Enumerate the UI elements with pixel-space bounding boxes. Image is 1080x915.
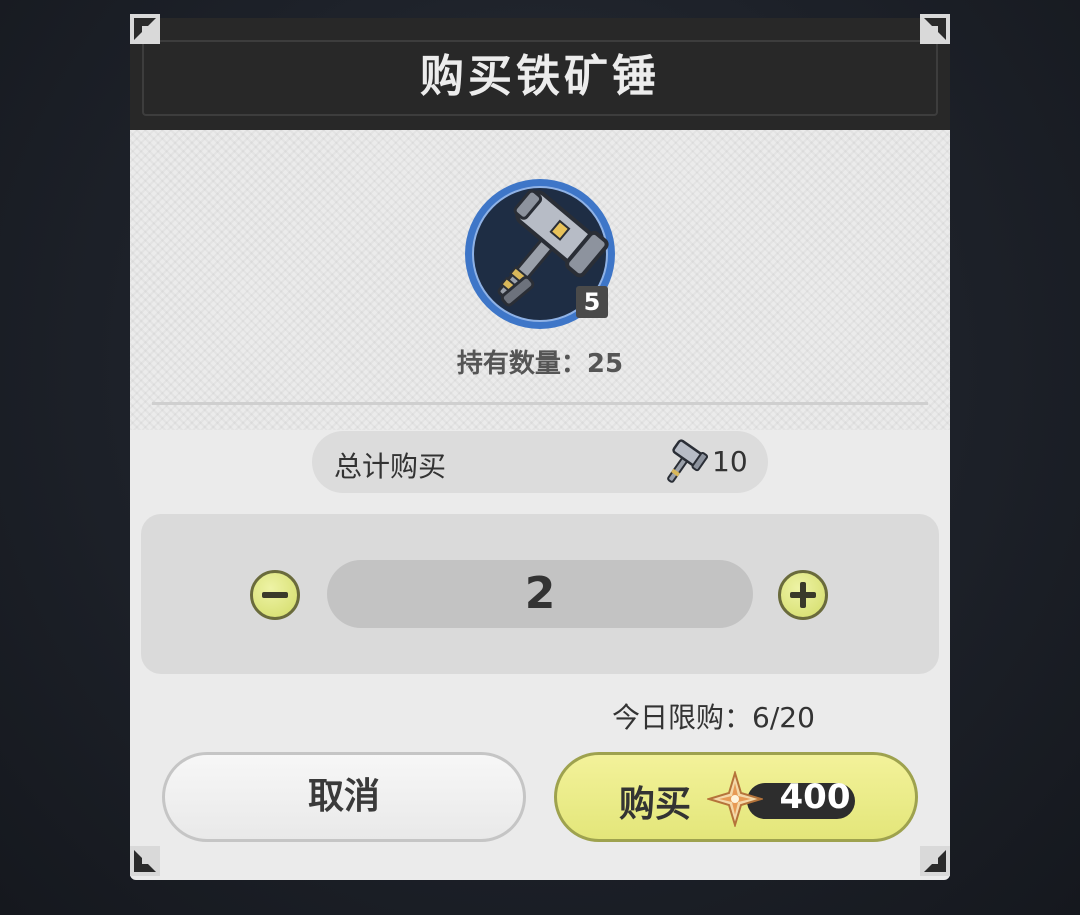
- increase-quantity-button[interactable]: [778, 570, 828, 620]
- quantity-value[interactable]: 2: [327, 560, 753, 628]
- total-purchase-label: 总计购买: [334, 450, 447, 483]
- minus-icon: [262, 592, 288, 598]
- crystal-star-icon: [707, 771, 763, 827]
- corner-ornament-bottom-left: [128, 844, 162, 878]
- divider: [152, 402, 928, 405]
- dialog-header: 购买铁矿锤: [130, 18, 950, 130]
- price-value: 400: [779, 777, 851, 817]
- plus-icon: [790, 582, 816, 608]
- corner-ornament-top-right: [918, 12, 952, 46]
- corner-ornament-bottom-right: [918, 844, 952, 878]
- buy-button-label: 购买: [619, 784, 692, 825]
- buy-button[interactable]: 购买 400: [554, 752, 918, 842]
- iron-hammer-icon: [658, 437, 708, 487]
- cancel-button-label: 取消: [307, 776, 380, 817]
- total-purchase-value: 10: [712, 445, 748, 478]
- corner-ornament-top-left: [128, 12, 162, 46]
- dialog-title: 购买铁矿锤: [420, 51, 660, 102]
- decrease-quantity-button[interactable]: [250, 570, 300, 620]
- owned-quantity-text: 持有数量：25: [456, 349, 624, 379]
- total-purchase-row: 总计购买 10: [312, 431, 768, 493]
- cancel-button[interactable]: 取消: [162, 752, 526, 842]
- item-count-badge: 5: [576, 286, 608, 318]
- daily-limit-text: 今日限购：6/20: [612, 701, 815, 734]
